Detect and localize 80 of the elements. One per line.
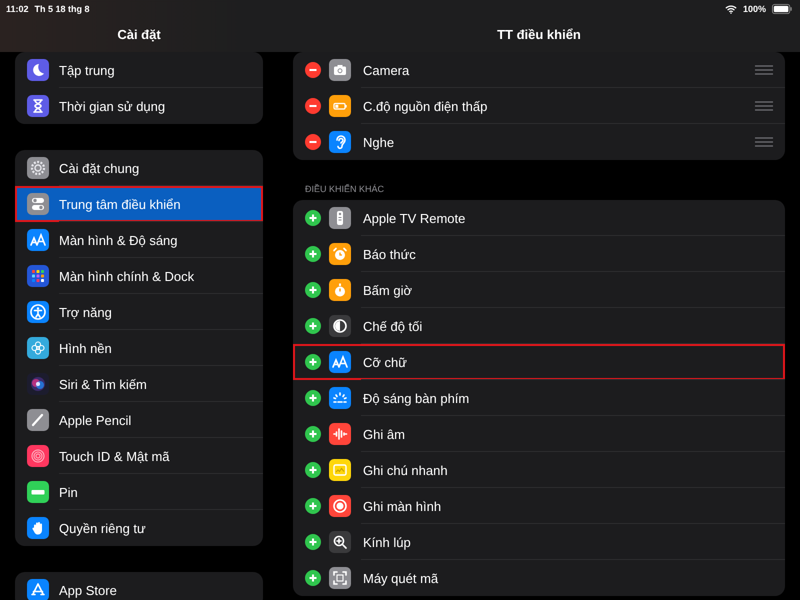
settings-item[interactable]: Hình nền <box>15 330 263 366</box>
control-name: Apple TV Remote <box>363 210 466 226</box>
hand-icon <box>27 517 49 539</box>
battery-low-icon <box>329 95 351 117</box>
settings-item[interactable]: App Store <box>15 572 263 600</box>
add-button[interactable] <box>305 390 321 406</box>
add-button[interactable] <box>305 534 321 550</box>
add-button[interactable] <box>305 570 321 586</box>
settings-icon <box>27 157 49 179</box>
control-name: Chế độ tối <box>363 318 424 334</box>
remote-icon <box>329 207 351 229</box>
magnifier-icon <box>329 531 351 553</box>
control-name: Kính lúp <box>363 534 412 550</box>
status-date: Th 5 18 thg 8 <box>34 4 90 14</box>
settings-item[interactable]: Touch ID & Mật mã <box>15 438 263 474</box>
battery-icon <box>772 4 792 14</box>
battery-icon <box>27 481 49 503</box>
flower-icon <box>27 337 49 359</box>
text-size-icon <box>27 229 49 251</box>
settings-item[interactable]: Màn hình chính & Dock <box>15 258 263 294</box>
control-name: Độ sáng bàn phím <box>363 390 470 406</box>
app-grid-icon <box>27 265 49 287</box>
accessibility-icon <box>27 301 49 323</box>
settings-item[interactable]: Thời gian sử dụng <box>15 88 263 124</box>
alarm-clock-icon <box>329 243 351 265</box>
settings-item[interactable]: Pin <box>15 474 263 510</box>
add-button[interactable] <box>305 498 321 514</box>
pencil-icon <box>27 409 49 431</box>
waveform-icon <box>329 423 351 445</box>
settings-item[interactable]: Tập trung <box>15 52 263 88</box>
control-name: Ghi âm <box>363 426 406 442</box>
control-name: Bấm giờ <box>363 282 413 298</box>
add-button[interactable] <box>305 426 321 442</box>
note-icon <box>329 459 351 481</box>
orb-icon <box>27 373 49 395</box>
add-button[interactable] <box>305 354 321 370</box>
settings-item[interactable]: Apple Pencil <box>15 402 263 438</box>
settings-item[interactable]: Siri & Tìm kiếm <box>15 366 263 402</box>
hourglass-icon <box>27 95 49 117</box>
drag-handle-icon[interactable] <box>755 65 773 75</box>
remove-button[interactable] <box>305 62 321 78</box>
control-name: Camera <box>363 62 410 78</box>
moon-icon <box>27 59 49 81</box>
settings-item[interactable]: Trung tâm điều khiển <box>15 186 263 222</box>
settings-item[interactable]: Màn hình & Độ sáng <box>15 222 263 258</box>
control-name: Máy quét mã <box>363 570 440 586</box>
fingerprint-icon <box>27 445 49 467</box>
stopwatch-icon <box>329 279 351 301</box>
add-button[interactable] <box>305 282 321 298</box>
add-button[interactable] <box>305 246 321 262</box>
add-button[interactable] <box>305 210 321 226</box>
control-name: Cỡ chữ <box>363 354 408 370</box>
page-title: TT điều khiển <box>497 26 581 42</box>
settings-item[interactable]: Quyền riêng tư <box>15 510 263 546</box>
status-time: 11:02 <box>6 4 29 14</box>
camera-icon <box>329 59 351 81</box>
remove-button[interactable] <box>305 98 321 114</box>
control-name: Ghi chú nhanh <box>363 462 449 478</box>
add-button[interactable] <box>305 318 321 334</box>
section-header: ĐIỀU KHIỂN KHÁC <box>305 184 384 194</box>
control-name: Ghi màn hình <box>363 498 442 514</box>
sidebar-title: Cài đặt <box>117 26 161 42</box>
ear-icon <box>329 131 351 153</box>
control-name: Nghe <box>363 134 396 150</box>
settings-item[interactable]: Trợ năng <box>15 294 263 330</box>
control-name: C.độ nguồn điện thấp <box>363 98 488 114</box>
toggles-icon <box>27 193 49 215</box>
scan-frame-icon <box>329 567 351 589</box>
wifi-icon <box>724 4 737 14</box>
drag-handle-icon[interactable] <box>755 101 773 111</box>
app-store-icon <box>27 579 49 600</box>
add-button[interactable] <box>305 462 321 478</box>
remove-button[interactable] <box>305 134 321 150</box>
control-name: Báo thức <box>363 246 417 262</box>
settings-item[interactable]: Cài đặt chung <box>15 150 263 186</box>
battery-percent: 100% <box>742 4 766 14</box>
keyboard-brightness-icon <box>329 387 351 409</box>
drag-handle-icon[interactable] <box>755 137 773 147</box>
text-size-icon <box>329 351 351 373</box>
record-icon <box>329 495 351 517</box>
